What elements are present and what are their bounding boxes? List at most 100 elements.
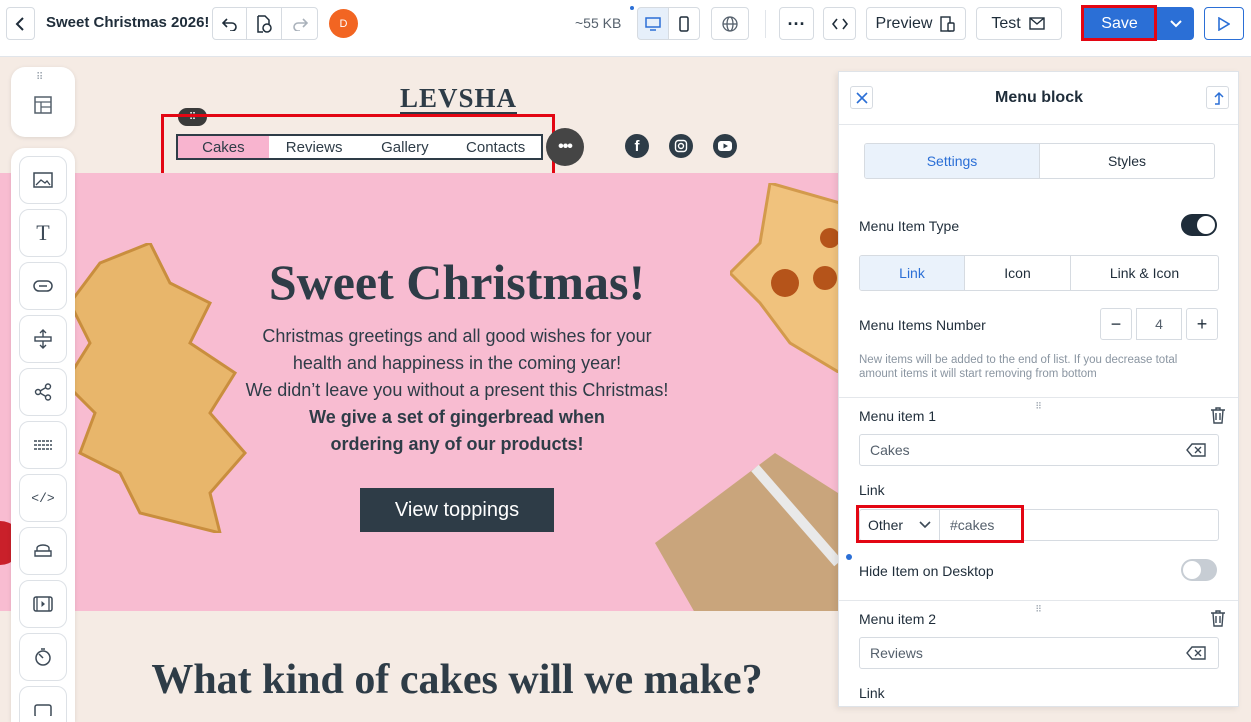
preview-icon [940,15,956,32]
link-url-input[interactable]: #cakes [940,517,994,533]
items-number-stepper: − 4 + [1100,308,1218,340]
run-button[interactable] [1204,7,1244,40]
timer-icon [35,648,51,666]
spacer-block-button[interactable] [19,315,67,363]
option-icon[interactable]: Icon [965,256,1071,290]
panel-title: Menu block [994,89,1083,106]
panel-header: Menu block [839,72,1238,125]
menu-item-gallery[interactable]: Gallery [360,136,451,158]
save-button[interactable]: Save [1083,7,1156,40]
menu-item-1-input[interactable]: Cakes [859,434,1219,466]
mobile-view-button[interactable] [668,7,700,40]
share-icon [34,383,52,401]
menu-item-type-label: Menu Item Type [859,218,960,234]
product-icon [34,704,52,716]
option-link-icon[interactable]: Link & Icon [1071,256,1218,290]
hero-line: We didn’t leave you without a present th… [245,380,669,400]
undo-button[interactable] [212,7,247,40]
menu-item-type-toggle[interactable] [1181,214,1217,236]
layout-icon[interactable] [33,95,53,115]
chevron-down-icon [1169,19,1182,27]
globe-icon [722,15,738,32]
more-blocks-button[interactable] [19,686,67,722]
language-button[interactable] [711,7,749,40]
menu-item-reviews[interactable]: Reviews [269,136,360,158]
items-hint: New items will be added to the end of li… [859,354,1178,380]
button-icon [33,280,53,292]
menu-item-2-value: Reviews [870,645,923,661]
select-parent-button[interactable] [1206,86,1229,109]
menu-item-1-label: Menu item 1 [859,408,937,424]
code-view-button[interactable] [823,7,856,40]
video-block-button[interactable] [19,580,67,628]
more-dots-icon: ••• [558,138,573,155]
timer-block-button[interactable] [19,633,67,681]
text-block-button[interactable]: T [19,209,67,257]
video-icon [33,596,53,612]
hide-on-desktop-toggle[interactable] [1181,559,1217,581]
instagram-icon[interactable] [669,134,693,158]
button-block-button[interactable] [19,262,67,310]
stamp-icon [34,544,52,557]
redo-button[interactable] [281,7,318,40]
block-more-button[interactable]: ••• [546,128,584,166]
facebook-icon[interactable]: f [625,134,649,158]
structure-panel: ⠿ [11,67,75,137]
status-dot [630,6,634,10]
hero-title: Sweet Christmas! [268,254,646,310]
tab-styles[interactable]: Styles [1040,144,1214,178]
user-avatar[interactable]: D [329,9,358,38]
menu-item-2-input[interactable]: Reviews [859,637,1219,669]
menu-item-2-label: Menu item 2 [859,611,937,627]
social-block-button[interactable] [19,368,67,416]
drag-grip-icon[interactable]: ⠿ [1032,605,1046,615]
clear-input-icon[interactable] [1186,443,1206,457]
view-toppings-button[interactable]: View toppings [360,488,554,532]
tab-settings[interactable]: Settings [865,144,1040,178]
desktop-view-button[interactable] [637,7,669,40]
link-type-value: Other [868,517,904,533]
history-button[interactable] [246,7,282,40]
image-block-button[interactable] [19,156,67,204]
youtube-icon[interactable] [713,134,737,158]
undo-icon [221,17,237,31]
hero-line: health and happiness in the coming year! [292,353,622,373]
divider-block-button[interactable] [19,421,67,469]
link-type-select[interactable]: Other [860,510,940,540]
code-icon: </> [31,490,55,506]
option-link[interactable]: Link [860,256,965,290]
delete-item-2-icon[interactable] [1210,609,1226,627]
drag-grip-icon[interactable]: ⠿ [1032,402,1046,412]
menu-item-contacts[interactable]: Contacts [450,136,541,158]
text-icon: T [36,220,50,245]
play-icon [1218,16,1230,31]
test-button[interactable]: Test [976,7,1062,40]
grip-icon[interactable]: ⠿ [36,73,43,83]
menu-block[interactable]: Cakes Reviews Gallery Contacts [176,134,543,160]
hero-banner: Sweet Christmas! Christmas greetings and… [0,173,838,611]
document-history-icon [257,14,272,33]
image-icon [33,172,53,188]
menu-item-cakes[interactable]: Cakes [178,136,269,158]
drag-handle-icon[interactable]: ⠿ [178,108,207,126]
page-title: Sweet Christmas 2026! [46,14,210,31]
toolbar-divider [765,10,766,38]
more-options-button[interactable]: ··· [779,7,814,40]
hide-on-desktop-label: Hide Item on Desktop [859,563,994,579]
status-dot [846,554,852,560]
back-button[interactable] [6,7,35,40]
items-number-value[interactable]: 4 [1136,308,1182,340]
html-block-button[interactable]: </> [19,474,67,522]
redo-icon [292,17,308,31]
preview-button[interactable]: Preview [866,7,966,40]
chevron-down-icon [919,521,931,529]
delete-item-1-icon[interactable] [1210,406,1226,424]
link-label: Link [859,482,885,498]
menu-item-1-value: Cakes [870,442,910,458]
hero-bold-line: ordering any of our products! [330,434,584,454]
decrement-button[interactable]: − [1100,308,1132,340]
save-options-button[interactable] [1157,7,1194,40]
increment-button[interactable]: + [1186,308,1218,340]
clear-input-icon[interactable] [1186,646,1206,660]
amp-block-button[interactable] [19,527,67,575]
